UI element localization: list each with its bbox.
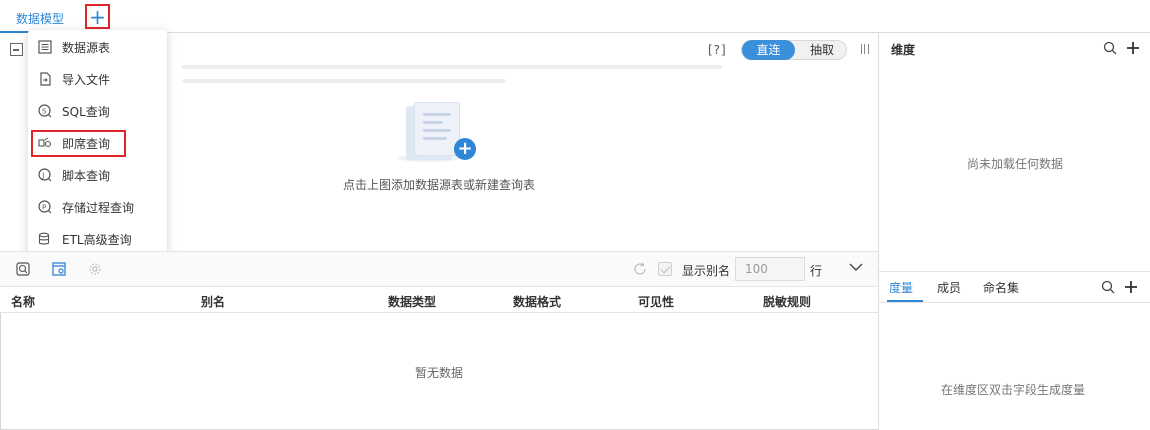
active-measure-tab-indicator xyxy=(887,300,923,302)
connection-mode-toggle[interactable]: 直连 抽取 xyxy=(741,40,847,60)
right-panel: 维度 尚未加载任何数据 度量 成员 命名集 在维度区双击字段生成度量 xyxy=(878,33,1150,430)
gear-icon[interactable] xyxy=(88,262,102,276)
column-header-visibility[interactable]: 可见性 xyxy=(638,293,674,310)
empty-document-illustration[interactable]: + xyxy=(398,100,478,164)
plus-icon: + xyxy=(89,4,106,29)
menu-item-stored-procedure-query[interactable]: P 存储过程查询 xyxy=(28,191,167,223)
menu-item-label: ETL高级查询 xyxy=(62,233,132,247)
table-empty-text: 暂无数据 xyxy=(415,366,464,380)
measure-empty-text: 在维度区双击字段生成度量 xyxy=(941,383,1086,397)
tab-named-set[interactable]: 命名集 xyxy=(983,279,1019,296)
field-settings-icon[interactable] xyxy=(52,262,66,276)
chevron-down-icon[interactable] xyxy=(849,262,863,272)
svg-text:S: S xyxy=(42,108,47,116)
column-header-data-type[interactable]: 数据类型 xyxy=(388,293,436,310)
add-dimension-icon[interactable] xyxy=(1126,41,1140,55)
menu-item-datasource-table[interactable]: 数据源表 xyxy=(28,31,167,63)
svg-text:J: J xyxy=(41,172,44,180)
add-tab-button[interactable]: + xyxy=(85,4,110,29)
tab-data-model[interactable]: 数据模型 xyxy=(16,10,64,27)
etl-query-icon xyxy=(38,232,50,245)
preview-icon[interactable] xyxy=(16,262,30,276)
row-unit-label: 行 xyxy=(810,264,823,278)
add-source-dropdown: 数据源表 导入文件 S SQL查询 即席查询 J 脚本查询 P 存储过程查询 E… xyxy=(28,30,167,254)
column-header-alias[interactable]: 别名 xyxy=(201,293,225,310)
column-header-name[interactable]: 名称 xyxy=(11,293,35,310)
tab-bar: 数据模型 + xyxy=(0,0,1150,33)
menu-item-label: 导入文件 xyxy=(62,73,111,87)
canvas-placeholder-lines xyxy=(182,65,722,105)
mode-extract-button[interactable]: 抽取 xyxy=(798,41,846,59)
highlight-annotation-box xyxy=(31,130,126,157)
menu-item-label: 数据源表 xyxy=(62,41,111,55)
script-query-icon: J xyxy=(38,168,52,182)
refresh-icon[interactable] xyxy=(633,262,647,276)
menu-item-import-file[interactable]: 导入文件 xyxy=(28,63,167,95)
tab-member[interactable]: 成员 xyxy=(937,279,961,296)
menu-item-sql-query[interactable]: S SQL查询 xyxy=(28,95,167,127)
menu-item-label: 脚本查询 xyxy=(62,169,111,183)
dimension-empty-text: 尚未加载任何数据 xyxy=(967,157,1064,171)
measure-tabs: 度量 成员 命名集 xyxy=(879,271,1150,303)
stored-procedure-icon: P xyxy=(38,200,52,214)
field-toolbar: 显示别名 100 行 xyxy=(0,251,878,287)
row-count-input[interactable]: 100 xyxy=(735,257,805,281)
import-file-icon xyxy=(40,72,51,86)
canvas-empty-hint: 点击上图添加数据源表或新建查询表 xyxy=(343,178,536,192)
column-header-data-format[interactable]: 数据格式 xyxy=(513,293,561,310)
search-icon[interactable] xyxy=(1101,280,1115,294)
show-alias-checkbox[interactable] xyxy=(658,262,672,276)
tab-measure[interactable]: 度量 xyxy=(889,279,913,296)
help-button[interactable]: [?] xyxy=(708,43,727,57)
save-icon[interactable] xyxy=(10,43,23,56)
menu-item-label: 存储过程查询 xyxy=(62,201,135,215)
sql-query-icon: S xyxy=(38,104,52,118)
field-table-header: 名称 别名 数据类型 数据格式 可见性 脱敏规则 xyxy=(0,287,878,313)
add-measure-icon[interactable] xyxy=(1124,280,1138,294)
menu-item-label: SQL查询 xyxy=(62,105,110,119)
column-header-masking-rule[interactable]: 脱敏规则 xyxy=(763,293,811,310)
show-alias-label: 显示别名 xyxy=(682,264,731,278)
collapse-panel-icon[interactable] xyxy=(861,44,869,54)
table-icon xyxy=(38,40,52,54)
svg-text:P: P xyxy=(42,204,46,212)
mode-direct-button[interactable]: 直连 xyxy=(742,40,795,60)
menu-item-script-query[interactable]: J 脚本查询 xyxy=(28,159,167,191)
dimension-title: 维度 xyxy=(891,43,916,57)
add-table-icon[interactable]: + xyxy=(454,138,476,160)
search-icon[interactable] xyxy=(1103,41,1117,55)
